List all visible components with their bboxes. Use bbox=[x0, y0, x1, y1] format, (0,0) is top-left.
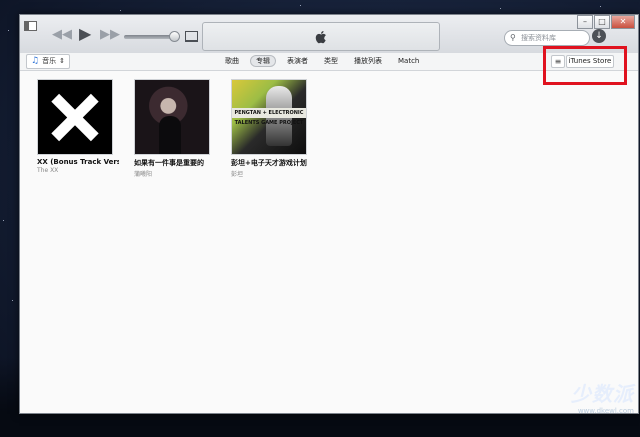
window-controls: – □ ✕ bbox=[576, 15, 635, 29]
album-cover[interactable] bbox=[37, 79, 113, 155]
album-item[interactable]: 如果有一件事是重要的 蒲曦阳 bbox=[134, 79, 216, 178]
search-placeholder: 搜索资料库 bbox=[521, 34, 556, 42]
apple-logo-icon bbox=[315, 31, 326, 44]
album-artist: 蒲曦阳 bbox=[134, 171, 153, 178]
library-selector[interactable]: ♫ 音乐 ⇕ bbox=[26, 54, 70, 69]
album-artist: The XX bbox=[37, 167, 59, 174]
album-title: 彭坦+电子天才游戏计划 bbox=[231, 159, 307, 167]
volume-knob[interactable] bbox=[169, 31, 180, 42]
search-input[interactable]: ⚲ 搜索资料库 bbox=[504, 30, 590, 46]
album-artist: 彭坦 bbox=[231, 171, 244, 178]
now-playing-display bbox=[202, 22, 440, 51]
tab-genres[interactable]: 类型 bbox=[319, 55, 343, 67]
library-selector-label: 音乐 bbox=[42, 57, 57, 65]
play-button[interactable]: ▶ bbox=[79, 26, 91, 42]
minimize-button[interactable]: – bbox=[577, 15, 593, 29]
airplay-icon[interactable] bbox=[185, 31, 198, 42]
album-grid: XX (Bonus Track Versi... The XX 如果有一件事是重… bbox=[20, 71, 638, 413]
download-icon[interactable]: ↓ bbox=[592, 29, 606, 43]
album-title: XX (Bonus Track Versi... bbox=[37, 158, 119, 166]
highlight-box bbox=[543, 46, 627, 85]
album-cover[interactable]: PENGTAN + ELECTRONIC TALENTS GAME PROJEC… bbox=[231, 79, 307, 155]
search-icon: ⚲ bbox=[510, 33, 516, 42]
watermark-logo: 少数派 bbox=[571, 382, 634, 406]
tab-match[interactable]: Match bbox=[393, 55, 424, 67]
rewind-button[interactable]: ◀◀ bbox=[52, 28, 72, 42]
tab-artists[interactable]: 表演者 bbox=[282, 55, 313, 67]
volume-slider[interactable] bbox=[124, 35, 174, 39]
maximize-button[interactable]: □ bbox=[594, 15, 610, 29]
forward-button[interactable]: ▶▶ bbox=[100, 28, 120, 42]
watermark-url: www.dkewl.com bbox=[577, 407, 634, 415]
tab-albums[interactable]: 专辑 bbox=[250, 55, 276, 67]
album-item[interactable]: XX (Bonus Track Versi... The XX bbox=[37, 79, 119, 174]
album-title: 如果有一件事是重要的 bbox=[134, 159, 204, 167]
album-item[interactable]: PENGTAN + ELECTRONIC TALENTS GAME PROJEC… bbox=[231, 79, 313, 178]
close-button[interactable]: ✕ bbox=[611, 15, 635, 29]
sidebar-toggle-icon[interactable] bbox=[24, 21, 37, 31]
cover-text: PENGTAN + ELECTRONIC TALENTS GAME PROJEC… bbox=[232, 108, 306, 126]
tab-playlists[interactable]: 播放列表 bbox=[349, 55, 387, 67]
album-cover[interactable] bbox=[134, 79, 210, 155]
tab-songs[interactable]: 歌曲 bbox=[220, 55, 244, 67]
music-note-icon: ♫ bbox=[31, 56, 40, 66]
watermark: 少数派 www.dkewl.com bbox=[528, 378, 634, 432]
view-tabs: 歌曲 专辑 表演者 类型 播放列表 Match bbox=[220, 55, 430, 67]
selector-arrows-icon: ⇕ bbox=[59, 57, 65, 65]
